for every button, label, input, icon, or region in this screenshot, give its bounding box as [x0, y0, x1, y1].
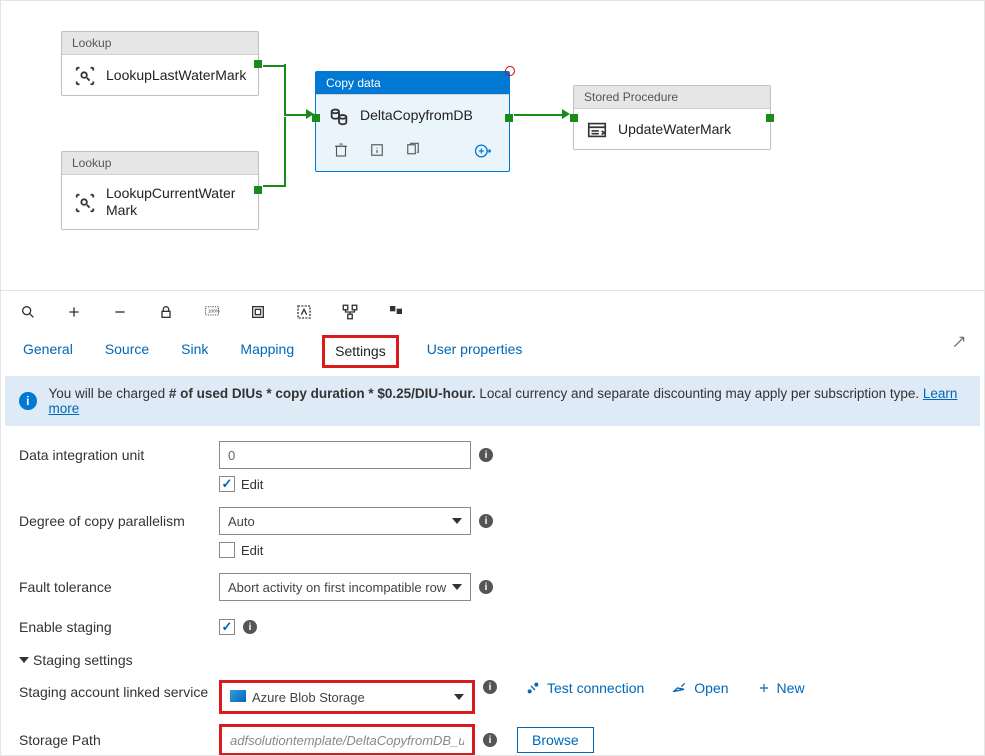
edit-label: Edit [241, 477, 263, 492]
help-icon[interactable]: i [479, 448, 493, 462]
zoom-out-icon[interactable] [111, 303, 129, 321]
auto-align-icon[interactable] [341, 303, 359, 321]
diu-edit-checkbox[interactable] [219, 476, 235, 492]
pipeline-canvas[interactable]: Lookup LookupLastWaterMark Lookup Lookup… [1, 1, 984, 291]
node-lookup-current-watermark[interactable]: Lookup LookupCurrentWater Mark [61, 151, 259, 230]
add-activity-icon[interactable] [473, 141, 493, 161]
new-button[interactable]: New [757, 680, 805, 696]
lookup-icon [74, 192, 96, 212]
help-icon[interactable]: i [479, 514, 493, 528]
chevron-down-icon [452, 518, 462, 524]
linked-service-select[interactable]: Azure Blob Storage [219, 680, 475, 714]
fit-screen-icon[interactable] [249, 303, 267, 321]
help-icon[interactable]: i [483, 680, 497, 694]
pricing-banner: i You will be charged # of used DIUs * c… [5, 376, 980, 426]
input-port[interactable] [570, 114, 578, 122]
zoom-in-icon[interactable] [65, 303, 83, 321]
output-port[interactable] [505, 114, 513, 122]
node-copy-data[interactable]: Copy data DeltaCopyfromDB [315, 71, 510, 172]
zoom-100-icon[interactable]: 100% [203, 303, 221, 321]
info-icon: i [19, 392, 37, 410]
help-icon[interactable]: i [243, 620, 257, 634]
node-lookup-last-watermark[interactable]: Lookup LookupLastWaterMark [61, 31, 259, 96]
output-port[interactable] [254, 186, 262, 194]
lock-icon[interactable] [157, 303, 175, 321]
output-port[interactable] [766, 114, 774, 122]
tab-general[interactable]: General [19, 335, 77, 368]
diu-input[interactable] [219, 441, 471, 469]
chevron-down-icon [454, 694, 464, 700]
parallel-select[interactable]: Auto [219, 507, 471, 535]
storage-path-input[interactable] [219, 724, 475, 756]
fault-label: Fault tolerance [19, 579, 219, 595]
node-header: Stored Procedure [574, 86, 770, 109]
linked-service-value: Azure Blob Storage [252, 690, 365, 705]
settings-form: Data integration unit i Edit Degree of c… [1, 440, 984, 756]
connector [284, 114, 308, 116]
node-title: UpdateWaterMark [618, 121, 731, 138]
tab-settings[interactable]: Settings [322, 335, 399, 368]
storage-path-label: Storage Path [19, 732, 219, 748]
connector [263, 185, 285, 187]
chevron-down-icon [452, 584, 462, 590]
search-icon[interactable] [19, 303, 37, 321]
canvas-toolbar: 100% [1, 291, 984, 327]
tab-mapping[interactable]: Mapping [236, 335, 298, 368]
staging-section-header[interactable]: Staging settings [19, 652, 966, 668]
svg-text:100%: 100% [208, 309, 220, 314]
edit-label: Edit [241, 543, 263, 558]
fullscreen-icon[interactable] [295, 303, 313, 321]
connector [514, 114, 564, 116]
parallel-edit-checkbox[interactable] [219, 542, 235, 558]
validation-indicator [505, 66, 515, 76]
help-icon[interactable]: i [483, 733, 497, 747]
connector [263, 65, 285, 67]
info-panel-icon[interactable] [368, 141, 388, 161]
parallel-value: Auto [228, 514, 255, 529]
blob-storage-icon [230, 690, 246, 702]
node-title: DeltaCopyfromDB [360, 107, 473, 124]
node-title: LookupCurrentWater Mark [106, 185, 235, 219]
expand-icon[interactable] [952, 335, 966, 368]
test-connection-button[interactable]: Test connection [525, 680, 644, 696]
fault-select[interactable]: Abort activity on first incompatible row [219, 573, 471, 601]
open-button[interactable]: Open [672, 680, 728, 696]
parallel-label: Degree of copy parallelism [19, 513, 219, 529]
linked-service-label: Staging account linked service [19, 680, 219, 700]
help-icon[interactable]: i [479, 580, 493, 594]
layout-icon[interactable] [387, 303, 405, 321]
staging-checkbox[interactable] [219, 619, 235, 635]
output-port[interactable] [254, 60, 262, 68]
lookup-icon [74, 65, 96, 85]
tab-user-properties[interactable]: User properties [423, 335, 527, 368]
arrow-head-icon [306, 109, 314, 119]
diu-label: Data integration unit [19, 447, 219, 463]
collapse-icon [19, 657, 29, 663]
node-header: Lookup [62, 32, 258, 55]
staging-label: Enable staging [19, 619, 219, 635]
connector [284, 64, 286, 114]
delete-icon[interactable] [332, 141, 352, 161]
settings-tabs: General Source Sink Mapping Settings Use… [1, 327, 984, 368]
node-header: Copy data [316, 72, 509, 95]
node-title: LookupLastWaterMark [106, 67, 246, 84]
stored-procedure-icon [586, 119, 608, 139]
banner-text: You will be charged # of used DIUs * cop… [49, 386, 967, 416]
tab-sink[interactable]: Sink [177, 335, 212, 368]
node-stored-procedure[interactable]: Stored Procedure UpdateWaterMark [573, 85, 771, 150]
clone-icon[interactable] [404, 141, 424, 161]
copy-icon [328, 105, 350, 125]
connector [284, 117, 286, 187]
fault-value: Abort activity on first incompatible row [228, 580, 446, 595]
browse-button[interactable]: Browse [517, 727, 594, 753]
node-header: Lookup [62, 152, 258, 175]
arrow-head-icon [562, 109, 570, 119]
tab-source[interactable]: Source [101, 335, 153, 368]
